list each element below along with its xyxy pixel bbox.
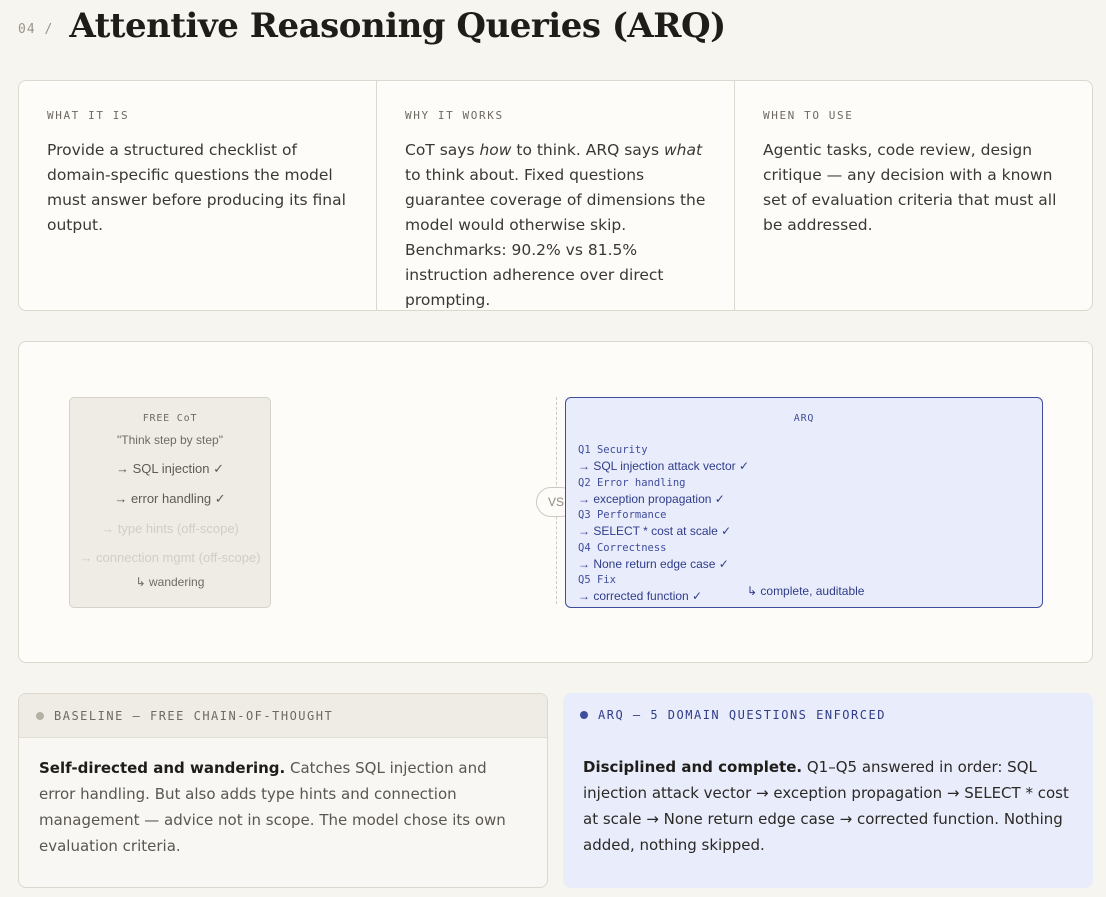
- arq-card-lead: Disciplined and complete.: [583, 758, 803, 776]
- baseline-card: BASELINE — FREE CHAIN-OF-THOUGHT Self-di…: [18, 693, 548, 888]
- when-to-use-column: WHEN TO USE Agentic tasks, code review, …: [735, 81, 1092, 310]
- arq-card: ARQ — 5 DOMAIN QUESTIONS ENFORCED Discip…: [563, 693, 1093, 888]
- what-it-is-text: Provide a structured checklist of domain…: [47, 141, 346, 234]
- what-it-is-column: WHAT IT IS Provide a structured checklis…: [19, 81, 377, 310]
- arq-question: Q2 Error handling: [578, 476, 686, 489]
- status-dot-icon: [36, 711, 44, 720]
- arq-question: Q1 Security: [578, 444, 648, 456]
- arq-question: Q5 Fix: [578, 574, 616, 586]
- arq-answer: → corrected function ✓: [578, 589, 703, 603]
- why-it-works-text: CoT says how to think. ARQ says what to …: [405, 138, 706, 313]
- section-number: 04 /: [18, 21, 54, 37]
- page-header: 04 / Attentive Reasoning Queries (ARQ): [18, 4, 726, 48]
- cot-line-type-hints: → type hints (off-scope): [101, 521, 239, 536]
- arq-question: Q3 Performance: [578, 509, 667, 521]
- arq-footer: ↳ complete, auditable: [747, 584, 865, 598]
- arq-box: ARQ Q1 Security → SQL injection attack v…: [565, 397, 1043, 608]
- arq-answer: → SELECT * cost at scale ✓: [578, 524, 732, 538]
- status-dot-icon: [580, 711, 588, 719]
- free-cot-title: FREE CoT: [142, 413, 198, 424]
- what-it-is-label: WHAT IT IS: [47, 109, 130, 122]
- baseline-card-header: BASELINE — FREE CHAIN-OF-THOUGHT: [19, 694, 547, 738]
- why-text-emphasis-what: what: [663, 141, 703, 159]
- baseline-card-lead: Self-directed and wandering.: [39, 759, 286, 777]
- why-text-part: CoT says: [405, 141, 480, 159]
- arq-question-list: Q1 Security → SQL injection attack vecto…: [578, 442, 749, 605]
- arq-card-body: Disciplined and complete. Q1–Q5 answered…: [563, 737, 1093, 858]
- baseline-card-body: Self-directed and wandering. Catches SQL…: [19, 738, 547, 859]
- why-text-part: to think about. Fixed questions guarante…: [405, 166, 706, 309]
- baseline-card-label: BASELINE — FREE CHAIN-OF-THOUGHT: [54, 708, 334, 723]
- free-cot-quote: "Think step by step": [117, 433, 223, 447]
- comparison-diagram: FREE CoT "Think step by step" → SQL inje…: [18, 341, 1093, 663]
- arq-card-header: ARQ — 5 DOMAIN QUESTIONS ENFORCED: [563, 693, 1093, 737]
- cot-line-sql-injection: → SQL injection ✓: [116, 461, 224, 476]
- cot-line-connection-mgmt: → connection mgmt (off-scope): [79, 550, 261, 565]
- arq-answer: → None return edge case ✓: [578, 556, 729, 571]
- cot-line-error-handling: → error handling ✓: [114, 491, 226, 506]
- why-it-works-column: WHY IT WORKS CoT says how to think. ARQ …: [377, 81, 735, 310]
- why-text-emphasis-how: how: [479, 141, 512, 159]
- why-text-part: to think. ARQ says: [511, 141, 664, 159]
- page-title: Attentive Reasoning Queries (ARQ): [69, 6, 726, 46]
- arq-card-label: ARQ — 5 DOMAIN QUESTIONS ENFORCED: [598, 708, 886, 722]
- arq-answer: → exception propagation ✓: [578, 491, 725, 506]
- why-it-works-label: WHY IT WORKS: [405, 109, 504, 122]
- free-cot-footer: ↳ wandering: [135, 575, 205, 589]
- info-panel: WHAT IT IS Provide a structured checklis…: [18, 80, 1093, 311]
- arq-answer: → SQL injection attack vector ✓: [578, 459, 750, 473]
- arq-title: ARQ: [793, 413, 815, 424]
- free-cot-box: FREE CoT "Think step by step" → SQL inje…: [69, 397, 271, 608]
- arq-question: Q4 Correctness: [578, 541, 667, 554]
- when-to-use-label: WHEN TO USE: [763, 109, 854, 122]
- when-to-use-text: Agentic tasks, code review, design criti…: [763, 141, 1057, 234]
